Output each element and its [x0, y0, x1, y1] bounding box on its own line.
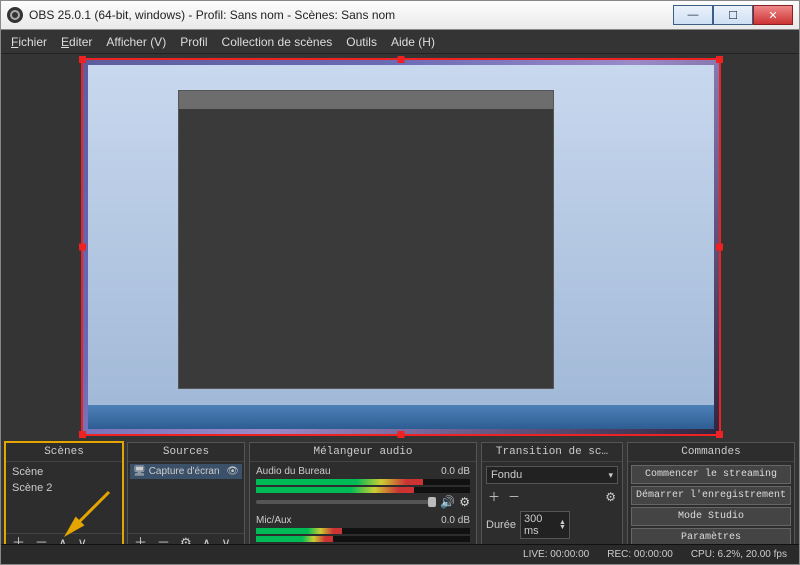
volume-slider[interactable] — [256, 500, 436, 504]
sources-panel: Sources 🖥 Capture d'écran 👁 ＋ － ⚙ ∧ ∨ — [127, 442, 245, 552]
status-cpu: CPU: 6.2%, 20.00 fps — [691, 549, 787, 560]
channel-db: 0.0 dB — [441, 466, 470, 477]
resize-handle[interactable] — [716, 56, 723, 63]
transitions-title: Transition de sc… — [482, 443, 622, 462]
audio-meter — [256, 528, 470, 534]
resize-handle[interactable] — [716, 431, 723, 438]
channel-name: Audio du Bureau — [256, 466, 331, 477]
taskbar-mock — [88, 405, 714, 429]
scenes-title: Scènes — [6, 443, 122, 462]
maximize-button[interactable]: ☐ — [713, 5, 753, 25]
scene-item[interactable]: Scène 2 — [8, 480, 120, 496]
transitions-panel: Transition de sc… Fondu ▾ ＋ － ⚙ Durée 30… — [481, 442, 623, 552]
audio-meter — [256, 487, 470, 493]
transition-settings-button[interactable]: ⚙ — [603, 490, 618, 504]
commands-title: Commandes — [628, 443, 794, 462]
command-button[interactable]: Mode Studio — [631, 507, 791, 526]
gear-icon[interactable]: ⚙ — [459, 495, 470, 509]
menu-scenes[interactable]: Collection de scènes — [222, 35, 333, 49]
menu-tools[interactable]: Outils — [346, 35, 377, 49]
preview-canvas[interactable] — [81, 58, 721, 436]
source-label: Capture d'écran — [149, 466, 220, 477]
sources-title: Sources — [128, 443, 244, 462]
add-transition-button[interactable]: ＋ — [486, 488, 502, 505]
recursive-preview — [178, 90, 554, 389]
scenes-panel: Scènes Scène Scène 2 ＋ － ∧ ∨ — [5, 442, 123, 552]
menu-help[interactable]: Aide (H) — [391, 35, 435, 49]
transition-selected: Fondu — [491, 469, 522, 481]
menu-profile[interactable]: Profil — [180, 35, 207, 49]
remove-transition-button[interactable]: － — [506, 488, 522, 505]
resize-handle[interactable] — [79, 431, 86, 438]
resize-handle[interactable] — [398, 56, 405, 63]
audio-meter — [256, 479, 470, 485]
duration-label: Durée — [486, 519, 516, 531]
audio-mixer-panel: Mélangeur audio Audio du Bureau 0.0 dB 🔊 ⚙… — [249, 442, 477, 552]
obs-logo-icon — [7, 7, 23, 23]
transition-select[interactable]: Fondu ▾ — [486, 466, 618, 484]
visibility-toggle[interactable]: 👁 — [226, 466, 239, 477]
resize-handle[interactable] — [79, 244, 86, 251]
preview-content — [88, 65, 714, 429]
speaker-icon[interactable]: 🔊 — [440, 495, 455, 509]
menubar: Fichier Editer Afficher (V) Profil Colle… — [1, 30, 799, 54]
commands-panel: Commandes Commencer le streaming Démarrer… — [627, 442, 795, 552]
command-button[interactable]: Commencer le streaming — [631, 465, 791, 484]
titlebar: OBS 25.0.1 (64-bit, windows) - Profil: S… — [0, 0, 800, 30]
window-title: OBS 25.0.1 (64-bit, windows) - Profil: S… — [29, 8, 673, 22]
status-bar: LIVE: 00:00:00 REC: 00:00:00 CPU: 6.2%, … — [1, 544, 799, 564]
status-rec: REC: 00:00:00 — [607, 549, 673, 560]
resize-handle[interactable] — [398, 431, 405, 438]
duration-spinner[interactable]: 300 ms ▲▼ — [520, 511, 570, 539]
chevron-down-icon: ▾ — [608, 470, 613, 481]
menu-file[interactable]: Fichier — [11, 35, 47, 49]
monitor-icon: 🖥 — [133, 466, 146, 477]
source-item[interactable]: 🖥 Capture d'écran 👁 — [130, 464, 242, 479]
minimize-button[interactable]: — — [673, 5, 713, 25]
mixer-title: Mélangeur audio — [250, 443, 476, 462]
resize-handle[interactable] — [716, 244, 723, 251]
duration-value: 300 ms — [524, 513, 559, 537]
menu-edit[interactable]: Editer — [61, 35, 92, 49]
scene-item[interactable]: Scène — [8, 464, 120, 480]
audio-meter — [256, 536, 470, 542]
resize-handle[interactable] — [79, 56, 86, 63]
channel-name: Mic/Aux — [256, 515, 292, 526]
menu-view[interactable]: Afficher (V) — [106, 35, 166, 49]
close-button[interactable]: ✕ — [753, 5, 793, 25]
status-live: LIVE: 00:00:00 — [523, 549, 589, 560]
spin-down-icon[interactable]: ▼ — [559, 525, 566, 530]
channel-db: 0.0 dB — [441, 515, 470, 526]
command-button[interactable]: Démarrer l'enregistrement — [631, 486, 791, 505]
